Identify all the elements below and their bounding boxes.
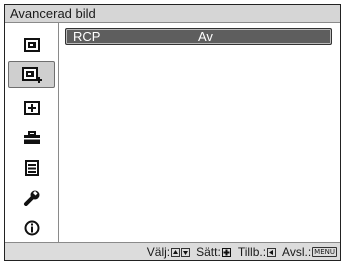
menu-content: RCP Av — [59, 23, 340, 243]
up-arrow-key-icon — [171, 247, 181, 257]
menu-category-sidebar — [5, 23, 59, 243]
sidebar-item-installation[interactable] — [8, 184, 55, 211]
set-hint-label: Sätt: — [196, 245, 221, 259]
sidebar-item-screen[interactable] — [8, 94, 55, 121]
menu-item-value: Av — [198, 29, 213, 44]
screen-icon — [23, 100, 40, 115]
down-arrow-key-icon — [181, 247, 191, 257]
left-arrow-key-icon — [267, 247, 277, 257]
setup-icon — [23, 130, 40, 144]
exit-hint-label: Avsl.: — [282, 245, 312, 259]
osd-menu-window: Avancerad bild RCP Av Välj: Sätt: Tillb.… — [4, 4, 341, 261]
picture-icon — [23, 37, 40, 52]
menu-key-icon: MENU — [312, 247, 337, 257]
information-icon — [24, 220, 39, 235]
back-hint-label: Tillb.: — [237, 245, 267, 259]
advanced-picture-icon — [21, 66, 42, 83]
enter-key-icon — [221, 247, 232, 257]
sidebar-item-function[interactable] — [8, 154, 55, 181]
sidebar-item-picture[interactable] — [8, 31, 55, 58]
select-hint-label: Välj: — [146, 245, 171, 259]
sidebar-item-information[interactable] — [8, 214, 55, 241]
menu-item-label: RCP — [73, 29, 101, 44]
title-bar: Avancerad bild — [5, 5, 340, 23]
sidebar-item-setup[interactable] — [8, 124, 55, 151]
sidebar-item-advanced-picture[interactable] — [8, 61, 55, 88]
wrench-icon — [23, 190, 39, 206]
function-icon — [24, 159, 39, 176]
menu-item-rcp[interactable]: RCP Av — [65, 28, 332, 45]
menu-title: Avancerad bild — [10, 6, 96, 21]
status-bar: Välj: Sätt: Tillb.: Avsl.: MENU — [5, 242, 340, 260]
